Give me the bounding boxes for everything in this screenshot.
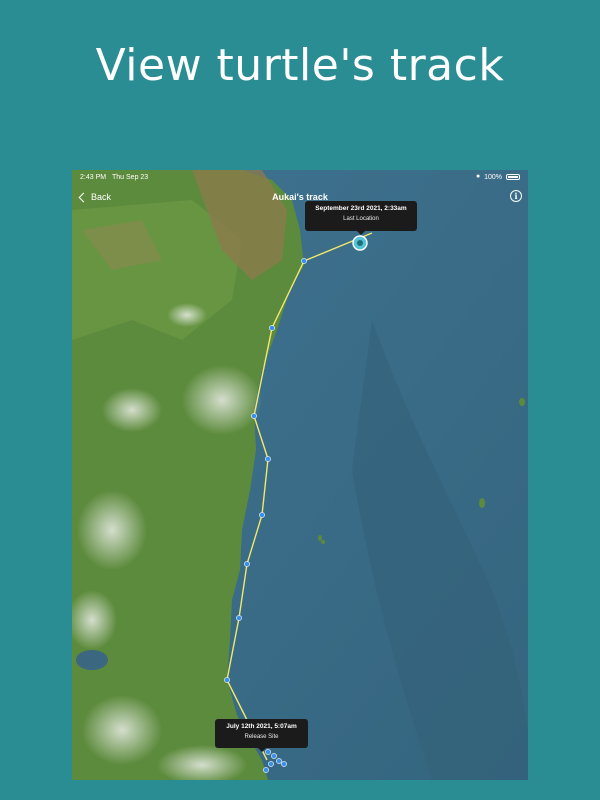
release-site-callout[interactable]: July 12th 2021, 5:07am Release Site [215,719,308,752]
device-screenshot: 2:43 PM Thu Sep 23 ● 100% Back Aukai's t… [72,170,528,780]
cloud [77,490,147,570]
battery-percent: 100% [484,174,502,181]
cloud [182,365,262,435]
last-location-callout[interactable]: September 23rd 2021, 2:33am Last Locatio… [305,201,417,235]
info-icon[interactable]: i [510,190,522,202]
status-date: Thu Sep 23 [112,174,149,181]
status-time: 2:43 PM [80,174,107,181]
headline: View turtle's track [95,40,505,91]
lake [76,650,108,670]
last-location-date: September 23rd 2021, 2:33am [315,205,407,212]
wifi-icon: ● [476,173,481,180]
last-location-label: Last Location [343,216,379,222]
cloud [167,303,207,327]
status-bar: 2:43 PM Thu Sep 23 ● 100% [72,170,528,186]
battery-icon [506,174,520,180]
track-point [268,761,274,767]
track-point [269,325,275,331]
track-point [236,615,242,621]
track-point [265,749,271,755]
cloud [102,388,162,432]
island [479,498,485,508]
map[interactable] [72,170,528,780]
island [519,398,525,406]
track-point [281,761,287,767]
last-location-marker [352,235,368,251]
island [321,540,325,544]
island [318,535,322,541]
track-point [263,767,269,773]
track-point [251,413,257,419]
nav-title: Aukai's track [272,192,328,202]
cloud [82,695,162,765]
nav-bar: Back Aukai's track i [72,186,528,208]
track-point [224,677,230,683]
track-point [265,456,271,462]
turtle-icon [357,240,363,246]
track-point [244,561,250,567]
track-point [271,753,277,759]
release-site-date: July 12th 2021, 5:07am [226,723,297,730]
release-site-label: Release Site [244,734,279,740]
track-point [301,258,307,264]
track-point [276,758,282,764]
track-point [259,512,265,518]
